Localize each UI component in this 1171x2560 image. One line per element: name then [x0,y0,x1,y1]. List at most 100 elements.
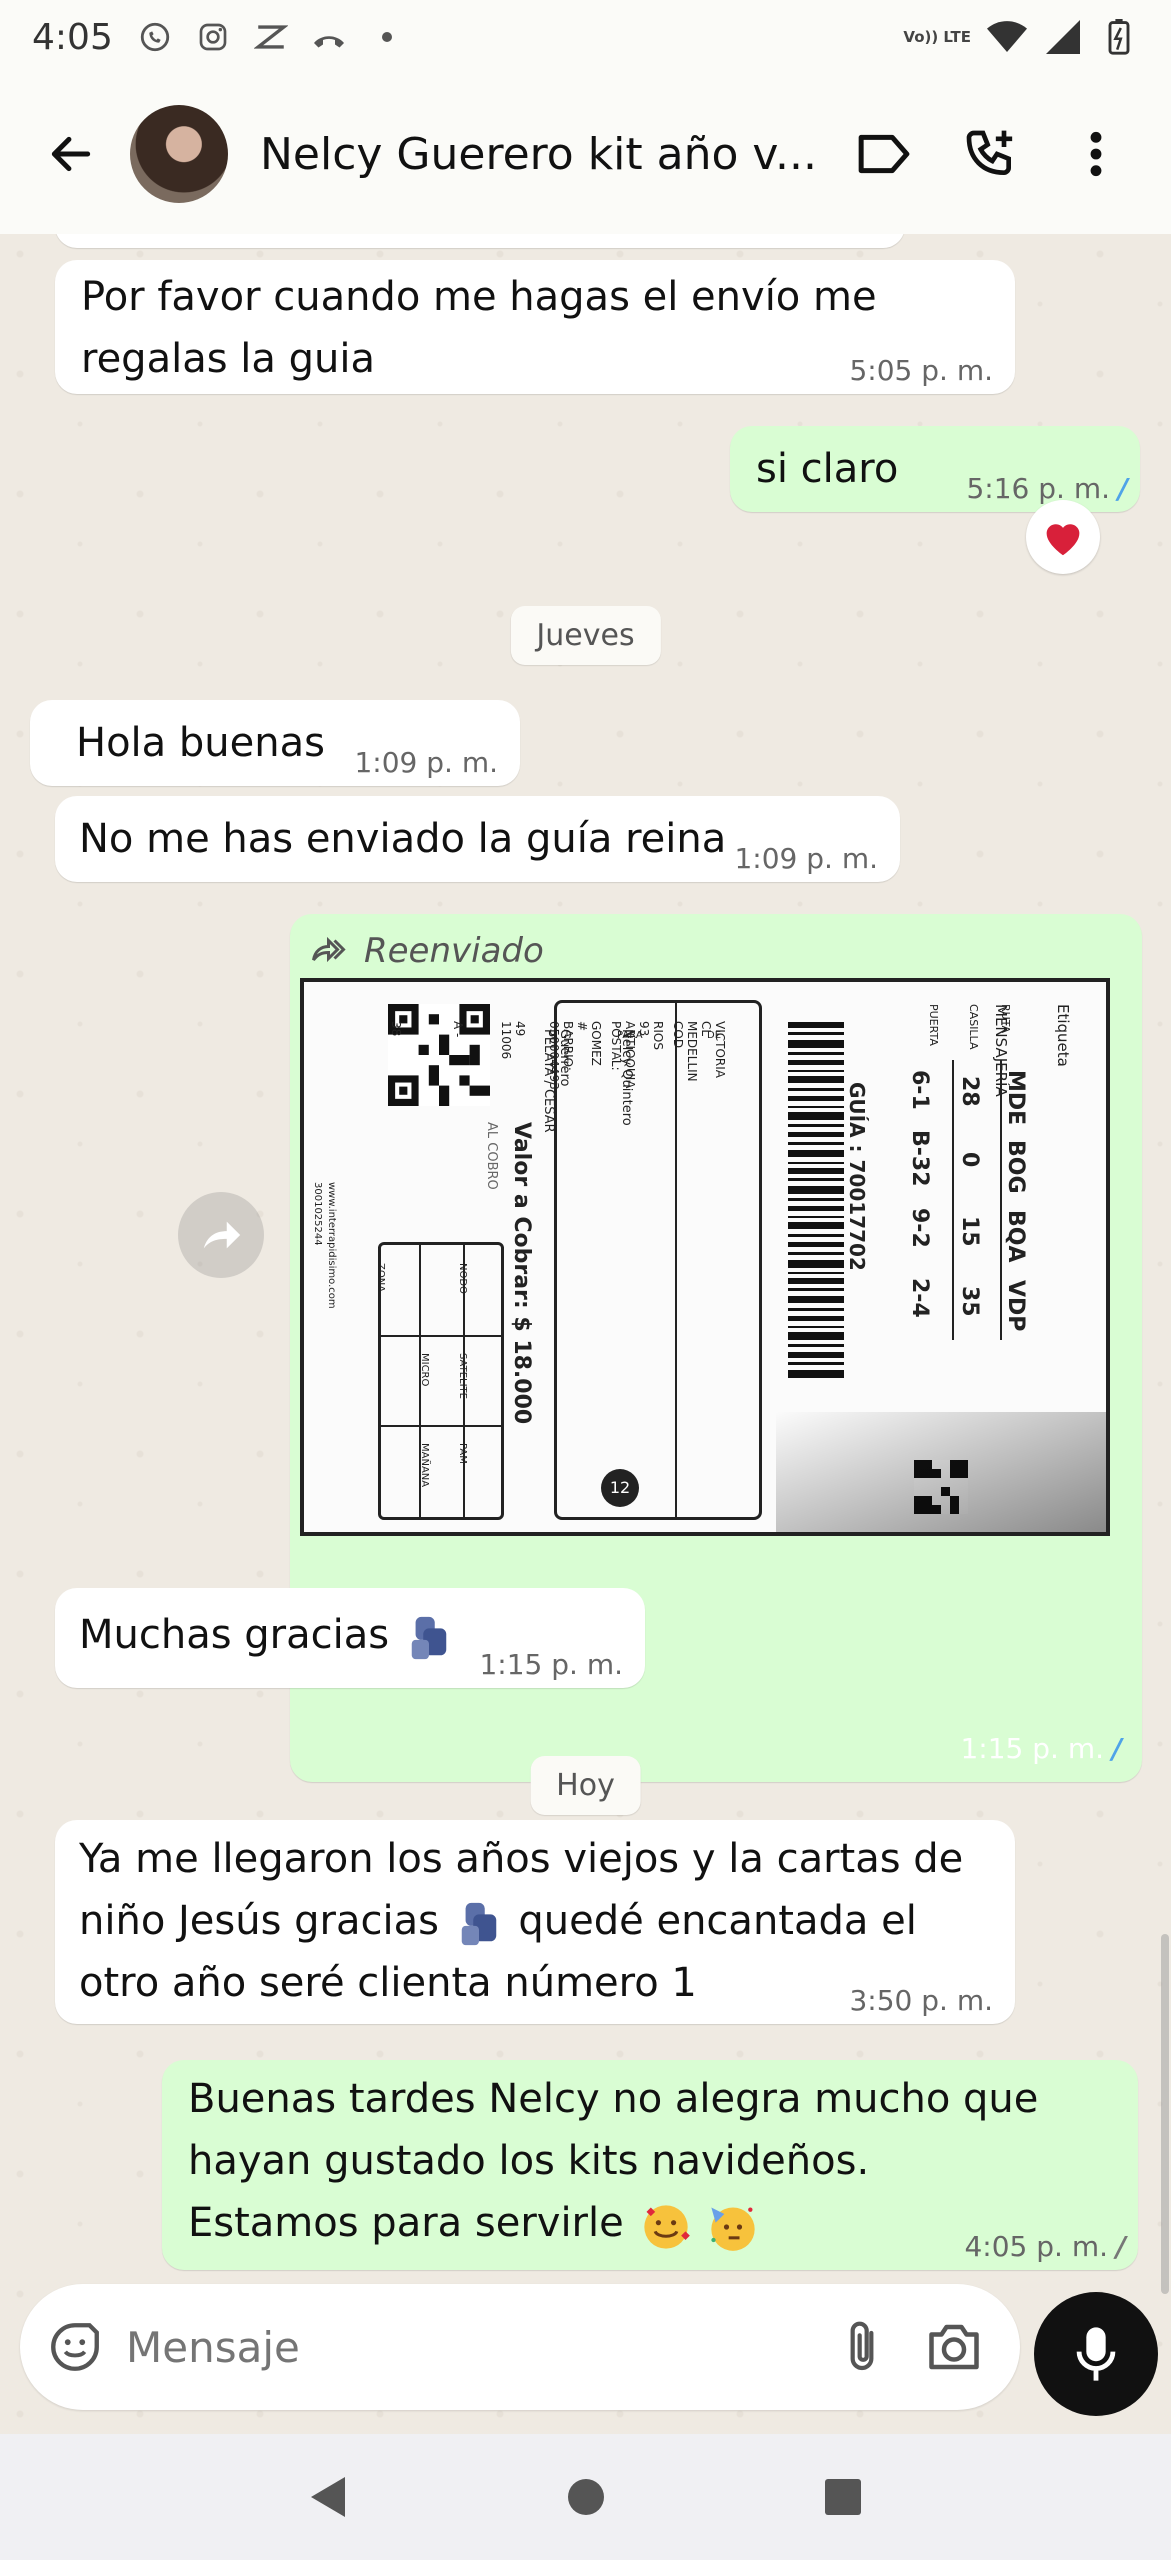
message-incoming[interactable]: Hola buenas 1:09 p. m. [30,700,520,786]
puerta-value: 9-2 [907,1208,932,1248]
message-text: si claro [756,446,899,492]
message-text-line: Por favor cuando me hagas el envío me [81,274,877,320]
triangle-back-icon [310,2477,345,2517]
hands-emoji-icon [456,1899,502,1947]
status-time: 4:05 [32,16,113,58]
message-text: No me has enviado la guía reina [79,816,727,862]
message-meta: 1:09 p. m. [734,844,878,874]
recipient-postal: COD POSTAL: 050004493 [547,1021,685,1090]
message-text-line: niño Jesús gracias quedé encantada el [79,1890,989,1952]
circle-home-icon [567,2479,604,2515]
partying-face-emoji-icon [707,2201,755,2251]
message-time: 1:15 p. m. [479,1648,623,1681]
message-time: 1:09 p. m. [354,746,498,779]
message-time: 4:05 p. m. [964,2230,1108,2263]
message-outgoing[interactable]: Buenas tardes Nelcy no alegra mucho que … [162,2060,1138,2270]
more-options-button[interactable] [1054,112,1138,196]
label-number-badge: 12 [601,1469,639,1507]
message-incoming[interactable]: Ya me llegaron los años viejos y la cart… [55,1820,1015,2024]
whatsapp-icon [135,17,175,57]
grid-label: NODO [457,1263,468,1294]
smiling-face-with-hearts-emoji-icon [640,2201,691,2249]
message-input-bar [20,2284,1020,2410]
sticker-icon [51,2323,99,2371]
puerta-value: 2-4 [907,1278,932,1318]
message-meta: 5:16 p. m. // [966,472,1128,505]
date-separator: Jueves [510,606,661,665]
message-meta: 1:09 p. m. [354,748,498,778]
forwarded-label: Reenviado [310,920,544,982]
more-vert-icon [1090,131,1102,177]
message-incoming[interactable]: Muchas gracias 1:15 p. m. [55,1588,645,1688]
hands-emoji-icon [406,1613,452,1661]
label-etiqueta: Etiqueta MENSAJERÍA [992,1004,1072,1097]
message-incoming[interactable]: No me has enviado la guía reina 1:09 p. … [55,796,900,882]
forwarded-icon [312,936,346,963]
microphone-icon [1076,2327,1116,2381]
scrollbar[interactable] [1161,1934,1169,2294]
system-navigation-bar [0,2434,1171,2560]
message-incoming[interactable]: Por favor cuando me hagas el envío me re… [55,260,1015,394]
nav-back-button[interactable] [309,2475,349,2519]
label-icon [858,134,910,174]
add-call-icon [966,130,1013,176]
message-meta: 3:50 p. m. [849,1986,993,2016]
forward-icon [203,1221,241,1249]
more-notifications-dot [367,17,407,57]
row-label: PUERTA [927,1004,940,1046]
message-meta: 1:15 p. m. [479,1650,623,1680]
puerta-value: B-32 [907,1130,932,1187]
nav-home-button[interactable] [566,2477,606,2517]
grid-label: MICRO [419,1353,430,1387]
puerta-value: 6-1 [907,1070,932,1110]
system-icons: Vo)) LTE [903,17,1139,57]
label-al-cobro: AL COBRO [484,1122,499,1190]
message-time: 3:50 p. m. [849,1984,993,2017]
label-button[interactable] [842,112,926,196]
message-time: 5:05 p. m. [849,354,993,387]
message-time: 5:16 p. m. [966,472,1110,505]
status-bar: 4:05 Vo)) LTE [0,0,1171,74]
nav-recents-button[interactable] [823,2477,863,2517]
voice-message-button[interactable] [1034,2292,1158,2416]
add-call-button[interactable] [948,112,1032,196]
message-text-line: Ya me llegaron los años viejos y la cart… [79,1836,964,1882]
label-guia: GUÍA : 70017702 [845,1082,869,1271]
chat-area[interactable]: Por favor cuando me hagas el envío me re… [0,234,1171,2434]
camera-icon [929,2324,979,2370]
grid-label: MAÑANA [419,1443,430,1488]
message-meta: 1:15 p. m. // [960,1734,1122,1764]
camera-button[interactable] [924,2320,984,2374]
capcut-icon [251,17,291,57]
attach-button[interactable] [840,2319,884,2375]
signal-icon [1043,17,1083,57]
message-meta: 4:05 p. m. // [964,2230,1126,2263]
heart-reaction-icon[interactable] [1026,500,1100,574]
routing-grid: NODO SATELITE PAM ZONA MICRO MAÑANA [375,1242,504,1520]
message-meta: 5:05 p. m. [849,356,993,386]
back-button[interactable] [26,109,116,199]
contact-avatar[interactable] [130,105,228,203]
arrow-back-icon [51,136,91,172]
message-text-part: quedé encantada el [518,1898,917,1944]
message-text: Hola buenas [76,720,325,766]
recipient-box: PARA DE PELAYA / CESAR Nelcy Quintero Gu… [389,1000,762,1520]
paperclip-icon [850,2321,874,2371]
shipping-label-image[interactable]: www.interrapidisimo.com 3001025244 NODO … [300,978,1110,1536]
forwarded-text: Reenviado [364,931,544,971]
message-time: 1:09 p. m. [734,842,878,875]
sticker-button[interactable] [46,2318,104,2376]
message-partial[interactable] [55,234,905,248]
route-table: MDE BOG BQA VDP 28 0 15 35 6-1 B-32 9-2 … [900,1060,1050,1360]
volte-icon: Vo)) LTE [903,27,971,46]
missed-call-icon [309,17,349,57]
label-number: 12 [609,1478,631,1497]
message-outgoing[interactable]: si claro 5:16 p. m. // [730,426,1140,512]
battery-icon [1099,17,1139,57]
wifi-icon [987,17,1027,57]
contact-name[interactable]: Nelcy Guerero kit año v... [260,129,820,180]
message-input[interactable] [126,2322,840,2372]
message-text-line: Buenas tardes Nelcy no alegra mucho que [188,2076,1039,2122]
message-text-line: hayan gustado los kits navideños. [188,2138,870,2184]
forward-share-button[interactable] [178,1192,264,1278]
